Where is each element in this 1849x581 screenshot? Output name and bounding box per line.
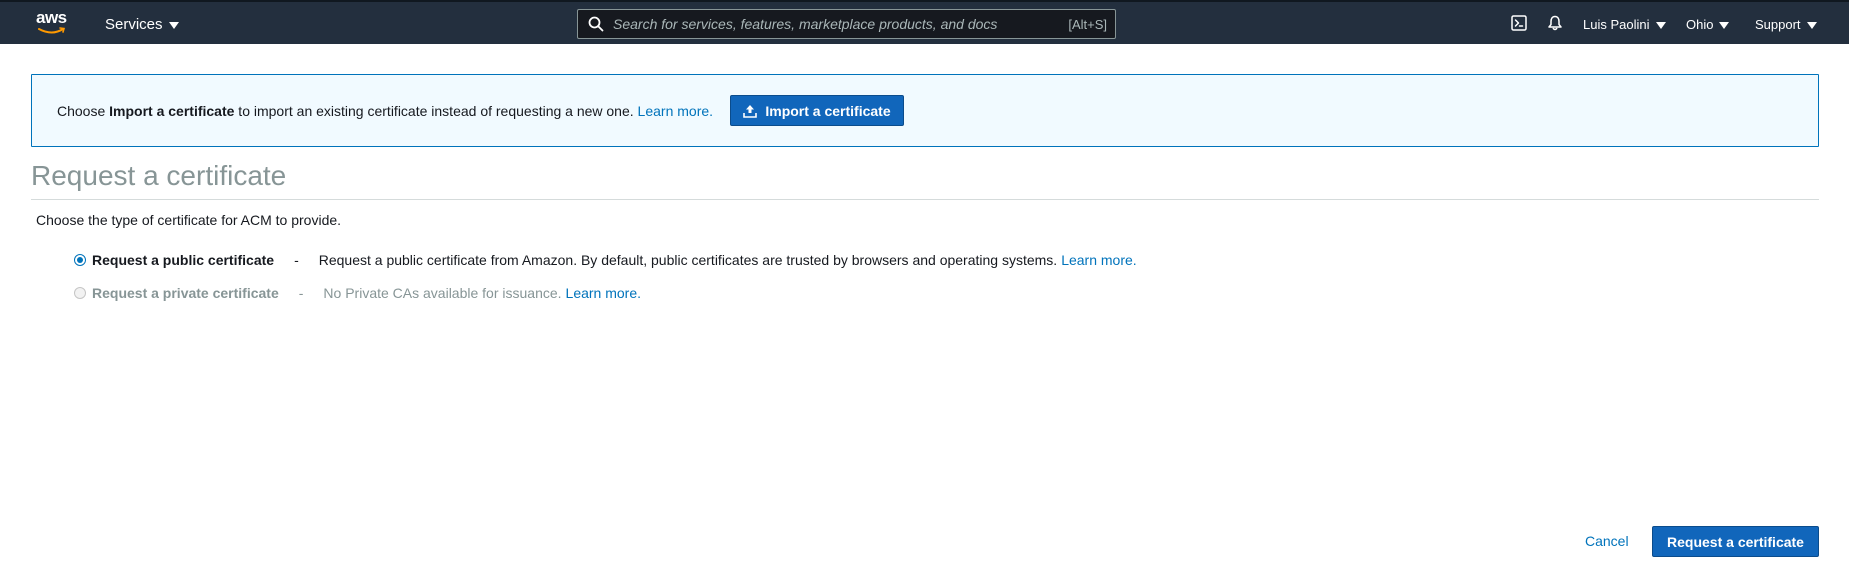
public-certificate-label[interactable]: Request a public certificate <box>92 252 274 268</box>
banner-message: Choose Import a certificate to import an… <box>57 103 713 119</box>
import-certificate-label: Import a certificate <box>765 102 891 119</box>
banner-learn-more-link[interactable]: Learn more. <box>638 103 713 119</box>
import-certificate-button[interactable]: Import a certificate <box>730 95 904 126</box>
cloudshell-icon[interactable] <box>1511 15 1527 36</box>
private-certificate-option: Request a private certificate - No Priva… <box>74 285 641 301</box>
public-certificate-learn-more-link[interactable]: Learn more. <box>1061 252 1136 268</box>
private-certificate-radio <box>74 287 86 299</box>
caret-down-icon <box>168 21 179 29</box>
region-menu-button[interactable]: Ohio <box>1686 17 1730 32</box>
search-icon <box>588 16 604 32</box>
option-separator: - <box>298 285 304 301</box>
services-label: Services <box>105 16 163 33</box>
top-navigation-bar: aws Services [Alt+S] Luis Paolini <box>0 0 1849 44</box>
intro-text: Choose the type of certificate for ACM t… <box>36 212 342 228</box>
public-certificate-radio[interactable] <box>74 254 86 266</box>
support-menu-button[interactable]: Support <box>1755 17 1817 32</box>
page-title: Request a certificate <box>31 160 287 191</box>
search-shortcut-hint: [Alt+S] <box>1068 17 1107 32</box>
title-divider <box>31 199 1819 200</box>
caret-down-icon <box>1655 21 1666 29</box>
region-name: Ohio <box>1686 17 1714 32</box>
account-menu-button[interactable]: Luis Paolini <box>1583 17 1666 32</box>
banner-emphasis: Import a certificate <box>109 103 235 119</box>
private-certificate-learn-more-link[interactable]: Learn more. <box>566 285 641 301</box>
bell-icon[interactable] <box>1547 15 1563 36</box>
banner-prefix: Choose <box>57 103 110 119</box>
private-certificate-label: Request a private certificate <box>92 285 279 301</box>
aws-smile-icon <box>38 27 66 34</box>
aws-logo-text: aws <box>36 8 67 27</box>
public-certificate-option[interactable]: Request a public certificate - Request a… <box>74 252 1137 268</box>
upload-icon <box>743 104 758 118</box>
private-certificate-description: No Private CAs available for issuance. <box>323 285 562 301</box>
search-input[interactable] <box>613 13 1043 35</box>
public-certificate-description: Request a public certificate from Amazon… <box>318 252 1058 268</box>
search-bar[interactable]: [Alt+S] <box>577 9 1116 39</box>
cancel-button[interactable]: Cancel <box>1585 533 1629 549</box>
services-menu-button[interactable]: Services <box>105 16 179 33</box>
account-name: Luis Paolini <box>1583 17 1650 32</box>
import-info-banner: Choose Import a certificate to import an… <box>31 74 1819 147</box>
support-label: Support <box>1755 17 1801 32</box>
caret-down-icon <box>1806 21 1817 29</box>
aws-logo[interactable]: aws <box>36 8 72 38</box>
banner-suffix: to import an existing certificate instea… <box>234 103 638 119</box>
option-separator: - <box>294 252 299 268</box>
caret-down-icon <box>1719 21 1730 29</box>
request-certificate-button[interactable]: Request a certificate <box>1652 526 1819 557</box>
